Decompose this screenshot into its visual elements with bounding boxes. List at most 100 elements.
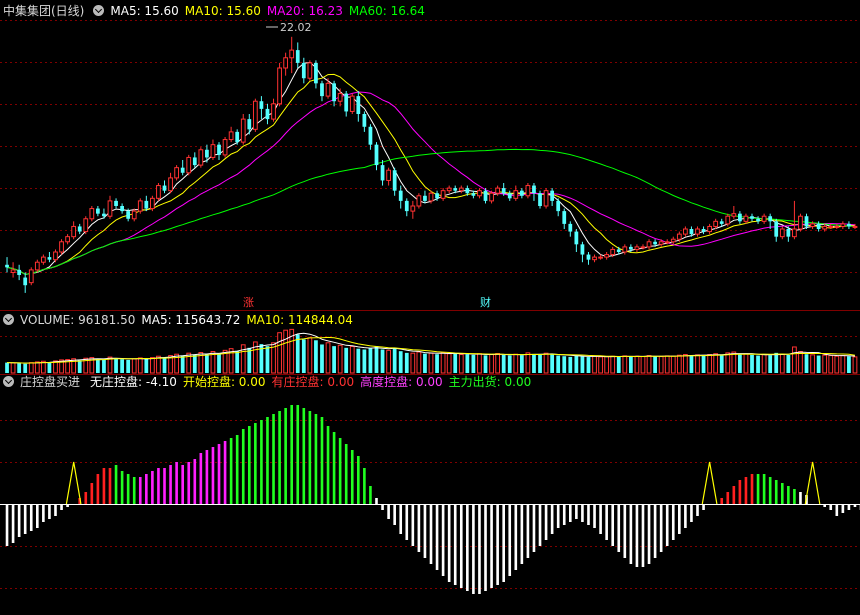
candle-body-up bbox=[10, 269, 16, 273]
volume-bar-down bbox=[17, 363, 22, 373]
candle-body-up bbox=[131, 210, 137, 220]
candle-body-up bbox=[440, 190, 446, 199]
candle-body-up bbox=[731, 213, 737, 217]
volume-ma10-readout: MA10: 114844.04 bbox=[246, 313, 353, 327]
candle-body-up bbox=[458, 187, 464, 192]
volume-bar-up bbox=[810, 354, 815, 374]
candle-body-down bbox=[144, 200, 149, 209]
volume-readout: VOLUME: 96181.50 bbox=[20, 313, 136, 327]
candle-body-up bbox=[707, 225, 712, 233]
volume-bar-up bbox=[828, 355, 834, 374]
candle-body-up bbox=[40, 256, 46, 263]
candle-body-up bbox=[53, 251, 58, 261]
volume-bar-up bbox=[477, 353, 482, 374]
candle-body-down bbox=[301, 62, 306, 79]
volume-bar-down bbox=[314, 340, 318, 373]
volume-bar-down bbox=[96, 358, 100, 373]
marker-zhang: 涨 bbox=[243, 296, 254, 309]
candle-body-up bbox=[792, 228, 797, 238]
candle-body-up bbox=[852, 225, 858, 228]
candle-body-down bbox=[689, 229, 694, 235]
candle-body-down bbox=[616, 249, 621, 252]
volume-bar-up bbox=[131, 358, 137, 374]
ma10-readout: MA10: 15.60 bbox=[184, 4, 261, 18]
candle-body-down bbox=[23, 277, 28, 286]
candle-body-down bbox=[374, 144, 379, 166]
chevron-down-icon[interactable] bbox=[3, 314, 14, 325]
candle-body-up bbox=[416, 195, 422, 207]
candle-body-up bbox=[676, 233, 682, 240]
stock-title: 中集集团(日线) bbox=[3, 4, 85, 18]
volume-bar-up bbox=[664, 355, 670, 374]
volume-bar-down bbox=[192, 354, 197, 373]
volume-bar-down bbox=[423, 353, 427, 373]
candle-body-up bbox=[349, 95, 355, 112]
volume-bar-down bbox=[126, 359, 131, 373]
volume-bar-up bbox=[676, 354, 682, 374]
volume-bar-down bbox=[616, 356, 621, 373]
volume-bar-down bbox=[750, 354, 754, 373]
volume-bar-down bbox=[774, 352, 779, 373]
high-control-readout: 高度控盘: 0.00 bbox=[360, 375, 443, 389]
candle-body-up bbox=[65, 236, 70, 243]
volume-bar-up bbox=[440, 352, 446, 374]
volume-bar-up bbox=[410, 352, 416, 374]
volume-bar-up bbox=[658, 356, 664, 374]
candle-body-up bbox=[89, 208, 95, 220]
has-control-readout: 有庄控盘: 0.00 bbox=[271, 375, 355, 389]
candle-body-down bbox=[356, 96, 361, 114]
candle-body-down bbox=[532, 185, 536, 194]
volume-bar-down bbox=[435, 354, 439, 373]
candle-body-up bbox=[337, 93, 343, 102]
candle-body-up bbox=[410, 205, 416, 212]
volume-bar-down bbox=[507, 355, 512, 373]
volume-bar-down bbox=[374, 346, 379, 373]
chevron-down-icon[interactable] bbox=[3, 376, 14, 387]
volume-bar-down bbox=[538, 354, 542, 373]
volume-bar-up bbox=[610, 355, 616, 374]
volume-bar-down bbox=[768, 355, 773, 373]
candle-body-up bbox=[289, 49, 295, 59]
candle-body-up bbox=[489, 192, 494, 202]
candle-body-down bbox=[435, 193, 439, 199]
volume-bar-down bbox=[120, 359, 124, 373]
candle-body-down bbox=[392, 170, 397, 191]
candle-body-down bbox=[786, 229, 791, 237]
candle-body-down bbox=[398, 190, 403, 201]
candle-body-down bbox=[217, 144, 221, 155]
candle-body-down bbox=[719, 221, 724, 224]
chevron-down-icon[interactable] bbox=[93, 5, 105, 16]
volume-bar-up bbox=[428, 352, 434, 374]
volume-bar-up bbox=[137, 357, 143, 374]
volume-bar-up bbox=[277, 332, 282, 374]
candle-body-up bbox=[683, 228, 688, 235]
candle-body-down bbox=[344, 93, 349, 112]
candle-body-up bbox=[810, 223, 815, 227]
candle-body-up bbox=[325, 82, 331, 97]
volume-bar-up bbox=[325, 342, 331, 374]
ma60-readout: MA60: 16.64 bbox=[348, 4, 425, 18]
candle-body-up bbox=[283, 57, 289, 69]
candle-body-down bbox=[380, 165, 385, 181]
candle-body-down bbox=[738, 213, 742, 222]
candle-body-down bbox=[471, 193, 476, 196]
candle-body-up bbox=[834, 225, 840, 228]
volume-bar-down bbox=[689, 355, 694, 373]
volume-bar-up bbox=[646, 355, 652, 374]
volume-bar-down bbox=[628, 356, 633, 373]
volume-bar-down bbox=[356, 348, 361, 373]
volume-bar-down bbox=[701, 355, 706, 373]
volume-bar-up bbox=[543, 352, 549, 374]
indicator-name: 庄控盘买进 bbox=[20, 375, 81, 389]
candle-body-down bbox=[162, 185, 167, 191]
price-header: 中集集团(日线) MA5: 15.60 MA10: 15.60 MA20: 16.23… bbox=[0, 2, 431, 20]
candle-body-down bbox=[501, 188, 506, 194]
volume-bar-down bbox=[205, 354, 209, 373]
volume-bar-down bbox=[404, 352, 409, 373]
volume-bar-down bbox=[471, 354, 476, 373]
candle-body-up bbox=[107, 200, 113, 217]
candle-body-up bbox=[186, 156, 192, 174]
volume-bar-down bbox=[144, 358, 149, 373]
candle-body-down bbox=[102, 213, 106, 217]
candle-body-up bbox=[59, 241, 64, 253]
